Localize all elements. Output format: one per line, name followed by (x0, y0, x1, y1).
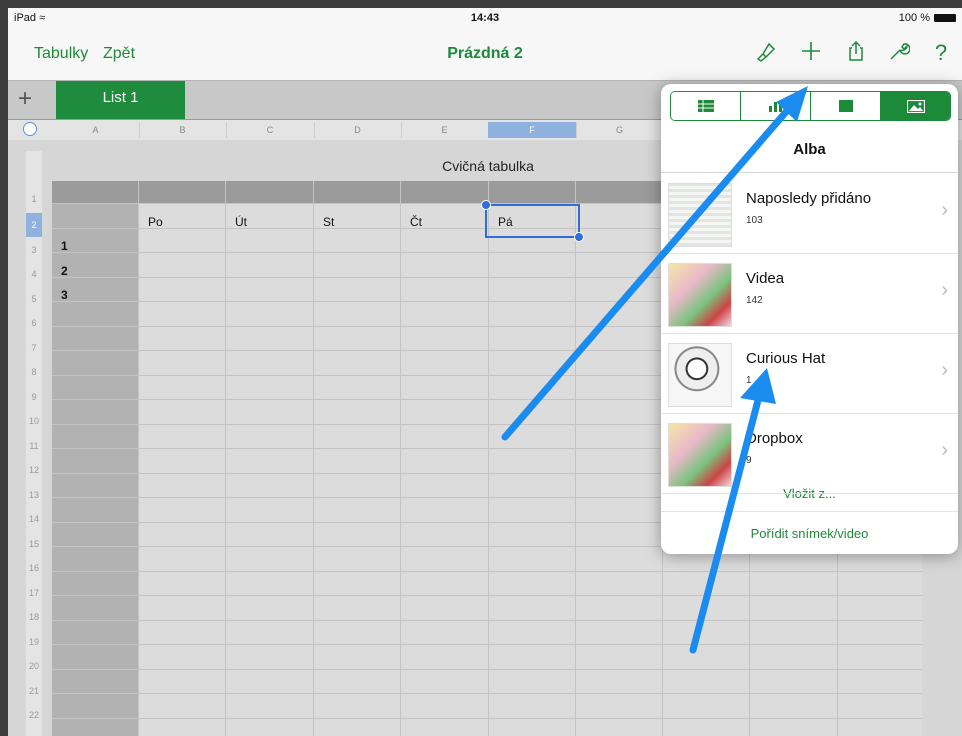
grid-line (575, 181, 576, 736)
row-label-cell[interactable]: 1 (61, 239, 68, 253)
row-header-9[interactable]: 9 (26, 385, 42, 409)
row-header-13[interactable]: 13 (26, 483, 42, 507)
header-cell[interactable]: Po (148, 215, 163, 229)
row-label-cell[interactable]: 3 (61, 288, 68, 302)
row-header-12[interactable]: 12 (26, 458, 42, 482)
album-name: Dropbox (746, 430, 803, 447)
grid-line (488, 181, 489, 736)
header-cell[interactable]: St (323, 215, 334, 229)
column-header-g[interactable]: G (576, 122, 664, 138)
grid-line (225, 181, 226, 736)
format-brush-icon[interactable] (753, 40, 779, 66)
row-header-22[interactable]: 22 (26, 703, 42, 727)
insert-popover: Alba Vložit z... Pořídit snímek/video Na… (661, 84, 958, 554)
column-header-a[interactable]: A (52, 122, 140, 138)
grid-line (52, 570, 922, 572)
grid-line (52, 693, 922, 694)
add-sheet-button[interactable]: + (18, 85, 32, 113)
album-count: 9 (746, 455, 752, 466)
chevron-right-icon: › (941, 279, 948, 301)
selection-handle[interactable] (574, 232, 584, 242)
share-icon[interactable] (843, 40, 869, 66)
album-name: Naposledy přidáno (746, 190, 872, 207)
album-thumbnail (668, 263, 732, 327)
row-header-6[interactable]: 6 (26, 311, 42, 335)
take-photo-video-button[interactable]: Pořídit snímek/video (661, 526, 958, 541)
row-header-18[interactable]: 18 (26, 605, 42, 629)
shape-icon[interactable] (811, 92, 881, 120)
chevron-right-icon: › (941, 439, 948, 461)
image-icon[interactable] (881, 92, 950, 120)
selection-handle[interactable] (481, 200, 491, 210)
albums-heading: Alba (661, 128, 958, 173)
toolbar: Tabulky Zpět Prázdná 2 ? (8, 28, 962, 81)
grid-line (400, 181, 401, 736)
row-header-1[interactable]: 1 (26, 188, 42, 210)
row-label-cell[interactable]: 2 (61, 264, 68, 278)
album-row[interactable]: Videa 142 › (661, 253, 958, 334)
battery-indicator: 100 % (899, 12, 956, 24)
row-header-11[interactable]: 11 (26, 434, 42, 458)
album-thumbnail (668, 343, 732, 407)
album-thumbnail (668, 183, 732, 247)
chevron-right-icon: › (941, 199, 948, 221)
row-header-14[interactable]: 14 (26, 507, 42, 531)
row-header-15[interactable]: 15 (26, 532, 42, 556)
album-name: Curious Hat (746, 350, 826, 367)
row-headers: 1 2 3 4 5 6 7 8 9 10 11 12 13 14 15 16 17 18 19 20 21 22 (26, 151, 42, 736)
album-row[interactable]: Dropbox 9 › (661, 413, 958, 494)
chart-icon[interactable] (741, 92, 811, 120)
row-header-17[interactable]: 17 (26, 581, 42, 605)
chevron-right-icon: › (941, 359, 948, 381)
grid-line (52, 668, 922, 670)
insert-type-segmented-control (670, 91, 951, 121)
row-header-20[interactable]: 20 (26, 654, 42, 678)
row-header-10[interactable]: 10 (26, 409, 42, 433)
column-header-c[interactable]: C (226, 122, 315, 138)
grid-line (52, 717, 922, 719)
grid-line (52, 595, 922, 596)
grid-line (138, 181, 139, 736)
grid-line (52, 619, 922, 621)
select-all-icon[interactable] (23, 122, 37, 136)
clock: 14:43 (470, 12, 500, 24)
grid-line (313, 181, 314, 736)
help-icon[interactable]: ? (928, 40, 954, 66)
album-thumbnail (668, 423, 732, 487)
selected-cell[interactable] (481, 200, 584, 242)
album-count: 142 (746, 295, 763, 306)
column-header-f[interactable]: F (488, 122, 577, 138)
album-name: Videa (746, 270, 785, 287)
battery-icon (934, 14, 956, 22)
row-header-16[interactable]: 16 (26, 556, 42, 580)
album-count: 1 (746, 375, 752, 386)
divider (661, 511, 958, 512)
grid-line (52, 644, 922, 645)
row-header-21[interactable]: 21 (26, 679, 42, 703)
header-cell[interactable]: Út (235, 215, 247, 229)
album-row[interactable]: Naposledy přidáno 103 › (661, 173, 958, 254)
tab-list-1[interactable]: List 1 (56, 81, 185, 119)
column-header-b[interactable]: B (139, 122, 227, 138)
row-header-2[interactable]: 2 (26, 213, 42, 237)
plus-icon[interactable] (798, 40, 824, 66)
row-header-7[interactable]: 7 (26, 336, 42, 360)
header-cell[interactable]: Čt (410, 215, 422, 229)
album-row[interactable]: Curious Hat 1 › (661, 333, 958, 414)
wrench-icon[interactable] (886, 40, 912, 66)
row-header-8[interactable]: 8 (26, 360, 42, 384)
column-header-e[interactable]: E (401, 122, 489, 138)
ipad-screen: iPad ≈ 14:43 100 % Tabulky Zpět Prázdná … (8, 8, 962, 736)
column-header-d[interactable]: D (314, 122, 402, 138)
row-header-5[interactable]: 5 (26, 287, 42, 311)
row-header-19[interactable]: 19 (26, 630, 42, 654)
table-icon[interactable] (671, 92, 741, 120)
row-header-4[interactable]: 4 (26, 262, 42, 286)
album-count: 103 (746, 215, 763, 226)
row-header-3[interactable]: 3 (26, 238, 42, 262)
status-bar: iPad ≈ 14:43 100 % (8, 8, 962, 28)
table-header-column (52, 203, 138, 736)
